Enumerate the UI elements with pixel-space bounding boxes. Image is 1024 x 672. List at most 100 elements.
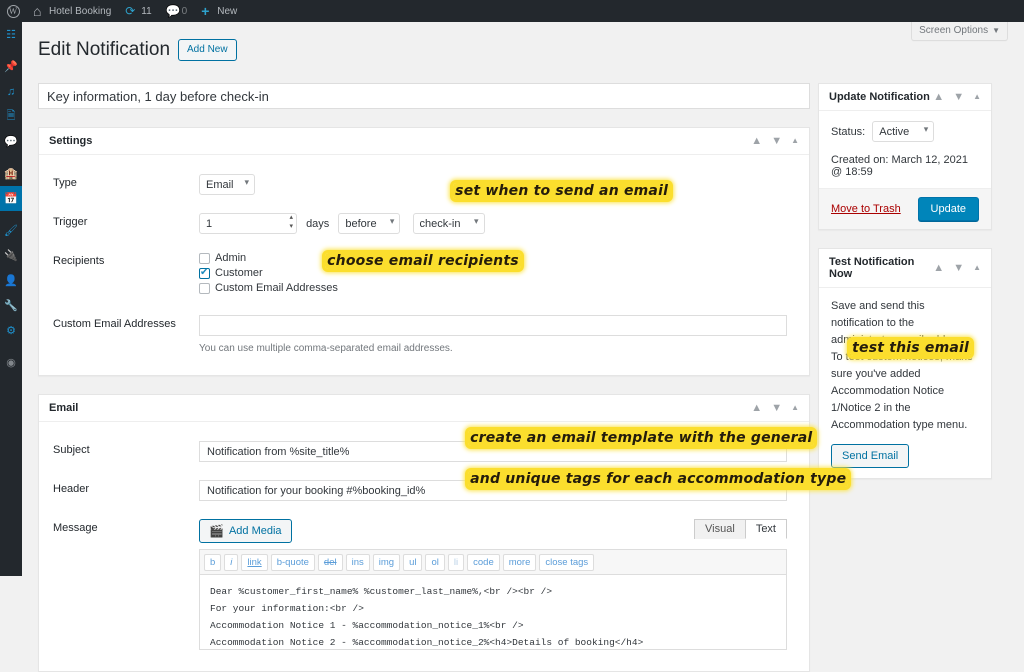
type-select[interactable]: Email bbox=[199, 174, 255, 195]
quicktag-i[interactable]: i bbox=[224, 554, 239, 571]
annotation-recipients: choose email recipients bbox=[325, 253, 521, 270]
quicktag-ul[interactable]: ul bbox=[403, 554, 423, 571]
annotation-trigger: set when to send an email bbox=[453, 183, 671, 200]
chevron-down-icon: ▼ bbox=[992, 26, 1000, 35]
quicktag-li[interactable]: li bbox=[447, 554, 465, 571]
custom-emails-input[interactable] bbox=[199, 315, 787, 336]
quicktag-ins[interactable]: ins bbox=[345, 554, 370, 571]
message-textarea[interactable]: Dear %customer_first_name% %customer_las… bbox=[199, 574, 787, 650]
page-title: Edit Notification bbox=[38, 39, 171, 60]
quicktag-b[interactable]: b bbox=[204, 554, 222, 571]
custom-emails-description: You can use multiple comma-separated ema… bbox=[199, 343, 453, 354]
subject-label: Subject bbox=[53, 444, 90, 456]
sidebar-item-media[interactable]: ♫ bbox=[0, 79, 22, 104]
quicktag-ol[interactable]: ol bbox=[425, 554, 445, 571]
editor-tabs: Visual Text bbox=[694, 519, 787, 539]
chevron-down-icon[interactable]: ▼ bbox=[953, 263, 964, 274]
type-select-wrap: Email bbox=[199, 174, 255, 195]
media-icon: ♫ bbox=[6, 85, 16, 98]
collapse-panel-icon[interactable]: ▲ bbox=[791, 136, 799, 146]
checkbox-customer[interactable] bbox=[199, 267, 210, 279]
recipients-label: Recipients bbox=[53, 255, 105, 267]
notification-title-input[interactable] bbox=[38, 83, 810, 109]
days-unit-label: days bbox=[306, 217, 330, 230]
collapse-panel-icon[interactable]: ▲ bbox=[973, 92, 981, 102]
days-input[interactable] bbox=[199, 213, 297, 234]
paintbrush-icon: 🖌 bbox=[4, 225, 18, 237]
move-to-trash-link[interactable]: Move to Trash bbox=[831, 203, 901, 215]
settings-postbox-header[interactable]: Settings ▲ ▼ ▲ bbox=[39, 128, 809, 155]
building-icon: 🏨 bbox=[4, 168, 18, 180]
site-name-label: Hotel Booking bbox=[49, 5, 112, 17]
add-new-button[interactable]: Add New bbox=[178, 39, 237, 62]
status-select[interactable]: Active bbox=[872, 121, 935, 142]
update-postbox-inside: Status: Active Created on: March 12, 202… bbox=[819, 111, 991, 188]
chevron-up-icon[interactable]: ▲ bbox=[751, 136, 762, 147]
sidebar-item-posts[interactable]: 📌 bbox=[0, 54, 22, 79]
sidebar-item-comments[interactable]: 💬 bbox=[0, 129, 22, 154]
add-media-label: Add Media bbox=[228, 525, 282, 537]
type-row: Type Email bbox=[51, 165, 797, 204]
sidebar-item-users[interactable]: 👤 bbox=[0, 268, 22, 293]
sidebar-item-plugins[interactable]: 🔌 bbox=[0, 243, 22, 268]
sidebar-item-dashboard[interactable]: ☷ bbox=[0, 22, 22, 47]
checkbox-custom-emails[interactable] bbox=[199, 282, 210, 294]
quicktag-b-quote[interactable]: b-quote bbox=[270, 554, 315, 571]
new-content-label: New bbox=[217, 5, 238, 17]
home-icon bbox=[33, 5, 45, 17]
admin-bar: W Hotel Booking ⟳ 11 💬 0 + New bbox=[0, 0, 1024, 22]
screen-meta-links: Screen Options ▼ bbox=[911, 22, 1008, 41]
new-content-menu[interactable]: + New bbox=[194, 0, 244, 22]
quicktag-del[interactable]: del bbox=[317, 554, 343, 571]
chevron-down-icon[interactable]: ▼ bbox=[771, 136, 782, 147]
recipient-label-custom-emails: Custom Email Addresses bbox=[215, 282, 338, 294]
comments-menu[interactable]: 💬 0 bbox=[159, 0, 195, 22]
sidebar-item-tools[interactable]: 🔧 bbox=[0, 293, 22, 318]
tab-visual[interactable]: Visual bbox=[694, 519, 746, 539]
chevron-up-icon[interactable]: ▲ bbox=[933, 92, 944, 103]
updates-menu[interactable]: ⟳ 11 bbox=[118, 0, 158, 22]
menu-separator bbox=[0, 343, 22, 350]
site-name-menu[interactable]: Hotel Booking bbox=[26, 0, 118, 22]
test-postbox-title: Test Notification Now bbox=[829, 256, 915, 280]
chevron-up-icon[interactable]: ▲ bbox=[933, 263, 944, 274]
pages-icon: 🗎 bbox=[6, 110, 16, 122]
quicktag-code[interactable]: code bbox=[467, 554, 500, 571]
sidebar-item-settings[interactable]: ⚙ bbox=[0, 318, 22, 343]
collapse-menu-button[interactable]: ◉ bbox=[0, 350, 22, 375]
test-postbox-header[interactable]: Test Notification Now ▲ ▼ ▲ bbox=[819, 249, 991, 288]
collapse-panel-icon[interactable]: ▲ bbox=[973, 263, 981, 273]
dashboard-icon: ☷ bbox=[6, 29, 16, 41]
screen-options-button[interactable]: Screen Options ▼ bbox=[911, 22, 1008, 41]
quicktag-link[interactable]: link bbox=[241, 554, 268, 571]
checkbox-admin[interactable] bbox=[199, 252, 210, 264]
user-icon: 👤 bbox=[4, 275, 18, 287]
sidebar-item-pages[interactable]: 🗎 bbox=[0, 104, 22, 129]
quicktag-close-tags[interactable]: close tags bbox=[539, 554, 595, 571]
message-field: 🎬 Add Media Visual Text b i link b-quote… bbox=[199, 510, 797, 659]
page-body: Screen Options ▼ Edit Notification Add Ne… bbox=[22, 22, 1024, 672]
sidebar-item-accommodations[interactable]: 🏨 bbox=[0, 161, 22, 186]
pin-icon: 📌 bbox=[4, 61, 18, 73]
sidebar-item-appearance[interactable]: 🖌 bbox=[0, 218, 22, 243]
add-media-button[interactable]: 🎬 Add Media bbox=[199, 519, 292, 543]
chevron-down-icon[interactable]: ▼ bbox=[953, 92, 964, 103]
wordpress-logo-icon: W bbox=[6, 4, 20, 18]
wordpress-logo-button[interactable]: W bbox=[0, 0, 26, 22]
recipient-option-custom-emails[interactable]: Custom Email Addresses bbox=[199, 282, 787, 294]
admin-sidebar-menu: ☷ 📌 ♫ 🗎 💬 🏨 📅 🖌 🔌 👤 🔧 ⚙ ◉ bbox=[0, 22, 22, 576]
menu-separator bbox=[0, 154, 22, 161]
quicktag-more[interactable]: more bbox=[502, 554, 537, 571]
update-postbox-header[interactable]: Update Notification ▲ ▼ ▲ bbox=[819, 84, 991, 111]
quicktag-img[interactable]: img bbox=[372, 554, 401, 571]
comments-bubble-icon: 💬 bbox=[4, 136, 18, 148]
update-button[interactable]: Update bbox=[917, 197, 979, 221]
update-notification-postbox: Update Notification ▲ ▼ ▲ Status: Active bbox=[818, 83, 992, 230]
page-header: Edit Notification Add New bbox=[22, 22, 1024, 63]
plugin-icon: 🔌 bbox=[4, 250, 18, 262]
sidebar-item-bookings[interactable]: 📅 bbox=[0, 186, 22, 211]
plus-icon: + bbox=[201, 3, 210, 19]
tab-text[interactable]: Text bbox=[744, 519, 787, 539]
update-handle-actions: ▲ ▼ ▲ bbox=[933, 92, 981, 103]
status-label: Status: bbox=[831, 125, 866, 138]
